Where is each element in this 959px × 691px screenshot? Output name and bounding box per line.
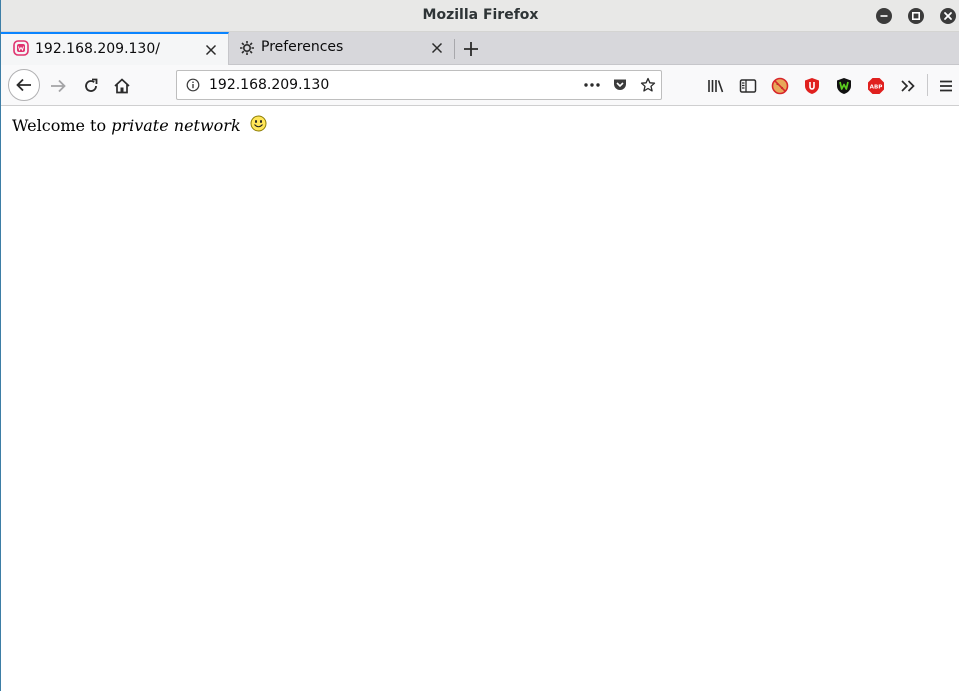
adblock-plus-extension[interactable]: ABP [866, 76, 886, 96]
maximize-button[interactable] [908, 8, 924, 24]
abp-icon: ABP [868, 78, 884, 94]
welcome-message: Welcome to private network [12, 115, 267, 135]
main-menu-button[interactable] [936, 76, 956, 96]
home-button[interactable] [111, 75, 133, 97]
plus-icon [464, 42, 478, 56]
privacy-badger-extension[interactable] [834, 76, 854, 96]
title-bar: Mozilla Firefox [1, 0, 959, 32]
welcome-prefix: Welcome to [12, 116, 112, 135]
reload-icon [85, 78, 98, 92]
back-button[interactable] [8, 69, 40, 101]
cookie-blocker-extension[interactable] [770, 76, 790, 96]
site-favicon-icon [13, 40, 29, 56]
minimize-icon [880, 15, 888, 17]
sidebar-icon [739, 79, 757, 93]
url-text[interactable]: 192.168.209.130 [209, 77, 329, 93]
tab-label: Preferences [261, 39, 344, 55]
svg-text:ABP: ABP [870, 84, 883, 90]
firefox-window: Mozilla Firefox 192.168.209.130/ Prefere… [0, 0, 959, 691]
bookmark-star-icon[interactable] [640, 77, 656, 93]
navigation-toolbar: 192.168.209.130 ABP [1, 65, 959, 106]
tab-site[interactable]: 192.168.209.130/ [1, 32, 229, 65]
new-tab-button[interactable] [460, 39, 482, 59]
forward-button[interactable] [47, 75, 69, 97]
green-shield-icon [837, 78, 851, 94]
ublock-extension[interactable] [802, 76, 822, 96]
page-actions-icon[interactable] [583, 81, 601, 89]
welcome-emphasis: private network [111, 116, 241, 135]
minimize-button[interactable] [876, 8, 892, 24]
reload-button[interactable] [80, 75, 102, 97]
tab-label: 192.168.209.130/ [35, 41, 160, 57]
tab-separator [454, 39, 455, 59]
tab-close-icon[interactable] [204, 43, 218, 57]
close-icon [944, 12, 952, 20]
pocket-icon[interactable] [612, 77, 628, 93]
red-shield-icon [805, 78, 819, 94]
hamburger-menu-icon [940, 80, 952, 92]
tab-preferences[interactable]: Preferences [229, 32, 454, 65]
url-bar[interactable]: 192.168.209.130 [176, 70, 662, 100]
toolbar-divider [927, 74, 928, 96]
double-chevron-right-icon [901, 80, 915, 92]
window-title: Mozilla Firefox [422, 7, 539, 23]
arrow-left-icon [16, 78, 31, 92]
home-icon [114, 78, 130, 94]
arrow-right-icon [51, 79, 66, 93]
overflow-menu-button[interactable] [898, 76, 918, 96]
cookie-blocked-icon [771, 77, 789, 95]
library-icon [708, 80, 724, 93]
tab-strip: 192.168.209.130/ Preferences [1, 32, 959, 65]
smiley-face-icon [250, 115, 267, 132]
tab-close-icon[interactable] [430, 41, 444, 55]
close-window-button[interactable] [940, 8, 956, 24]
info-icon[interactable] [186, 78, 200, 92]
library-button[interactable] [706, 76, 726, 96]
gear-icon [240, 41, 254, 55]
sidebar-button[interactable] [738, 76, 758, 96]
maximize-icon [912, 12, 921, 21]
page-content: Welcome to private network [1, 106, 959, 691]
